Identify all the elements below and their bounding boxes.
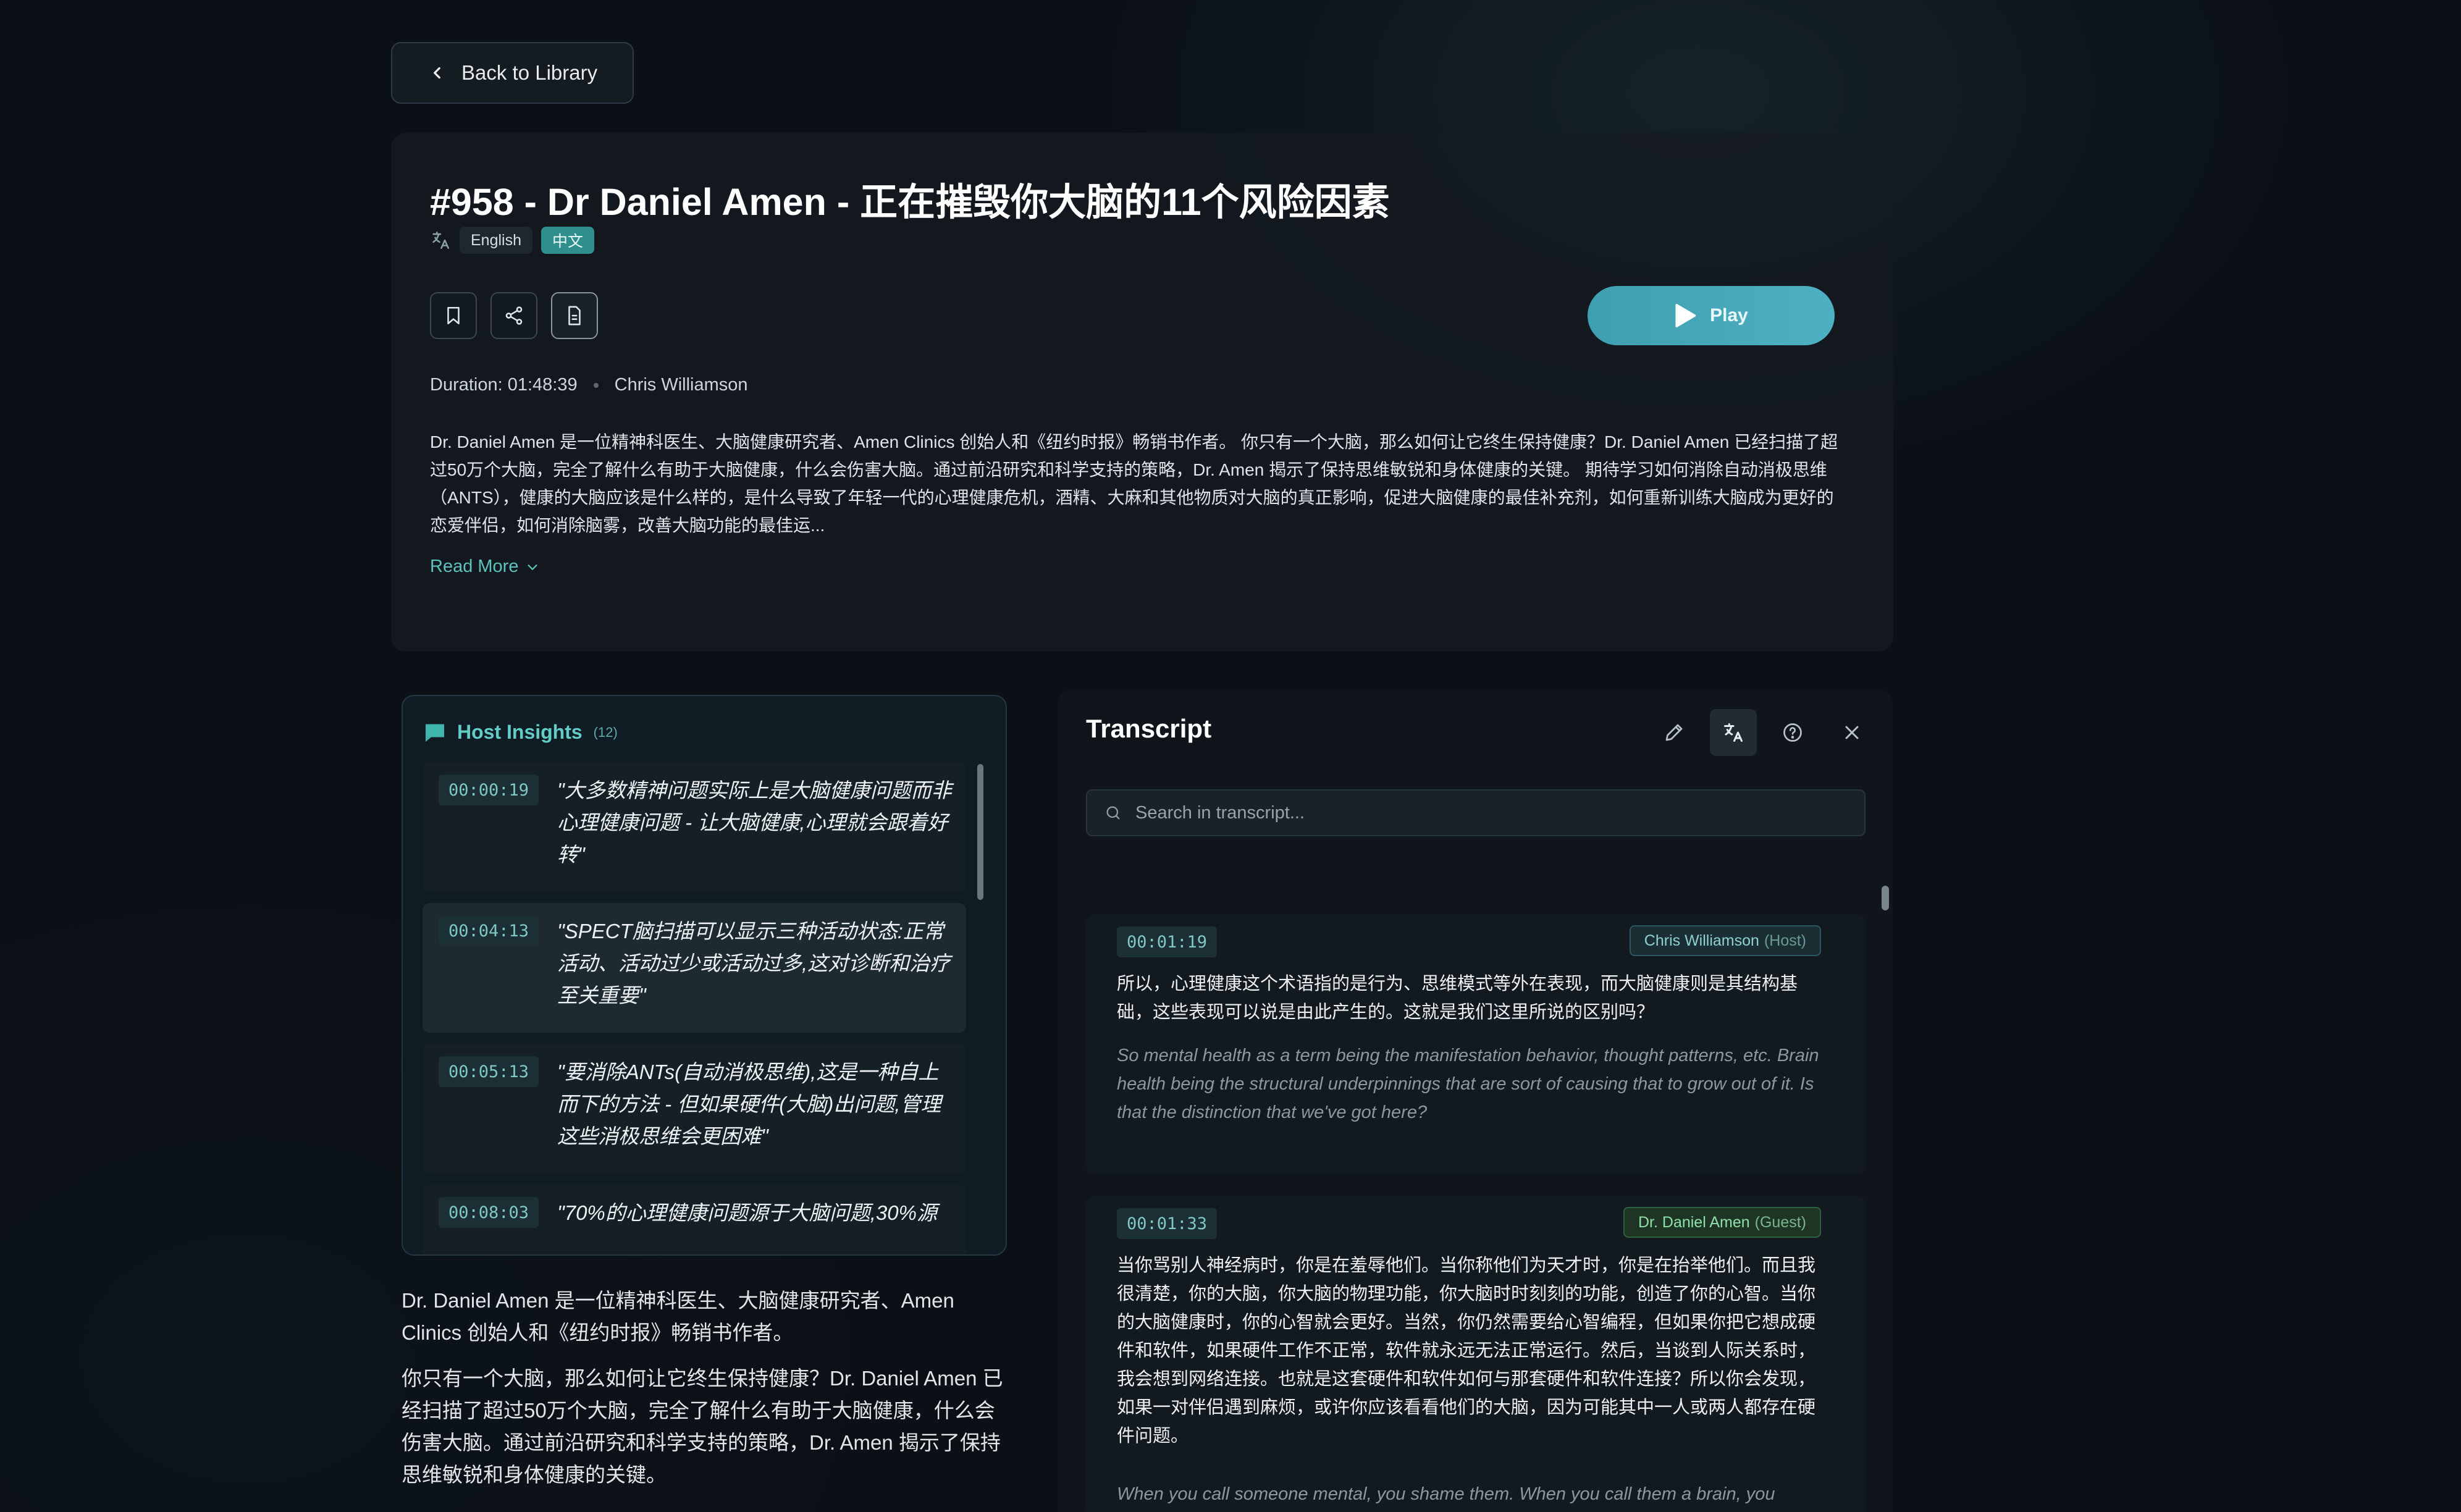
episode-description: Dr. Daniel Amen 是一位精神科医生、大脑健康研究者、Amen Cl… [430,432,1838,535]
language-chip-english[interactable]: English [460,227,532,254]
insights-list: 00:00:19 "大多数精神问题实际上是大脑健康问题而非心理健康问题 - 让大… [423,762,966,1254]
read-more-link[interactable]: Read More [430,556,539,577]
edit-button[interactable] [1651,709,1697,756]
transcript-search-input[interactable] [1135,802,1846,823]
summary-paragraph: Dr. Daniel Amen 是一位精神科医生、大脑健康研究者、Amen Cl… [402,1289,954,1344]
close-button[interactable] [1828,709,1875,756]
insights-title: Host Insights [457,721,583,743]
translate-icon [1724,723,1743,742]
episode-actions [430,292,598,339]
host-insights-panel: Host Insights (12) 00:00:19 "大多数精神问题实际上是… [402,695,1007,1256]
segment-text-chinese: 所以，心理健康这个术语指的是行为、思维模式等外在表现，而大脑健康则是其结构基础，… [1117,974,1798,1022]
transcript-segment: 00:01:19 Chris Williamson (Host) 所以，心理健康… [1086,914,1866,1174]
document-button[interactable] [551,292,598,339]
insight-quote: "SPECT脑扫描可以显示三种活动状态:正常活动、活动过少或活动过多,这对诊断和… [557,920,951,1007]
insight-timestamp[interactable]: 00:04:13 [439,915,539,946]
insight-timestamp[interactable]: 00:00:19 [439,775,539,805]
back-to-library-button[interactable]: Back to Library [391,42,634,104]
share-icon [505,306,523,325]
transcript-scrollbar[interactable] [1882,886,1889,910]
pencil-icon [1665,724,1683,741]
transcript-search[interactable] [1086,789,1866,836]
segment-text-english: So mental health as a term being the man… [1117,1046,1819,1122]
chevron-left-icon [434,67,440,79]
language-chip-chinese[interactable]: 中文 [541,227,595,254]
language-switcher: English 中文 [430,227,595,254]
speaker-role: (Host) [1764,931,1806,949]
speaker-badge: Chris Williamson (Host) [1629,925,1821,956]
back-label: Back to Library [461,61,598,84]
transcript-segment: 00:01:33 Dr. Daniel Amen (Guest) 当你骂别人神经… [1086,1196,1866,1512]
insight-quote: "70%的心理健康问题源于大脑问题,30%源 [557,1201,937,1224]
episode-meta: Duration: 01:48:39 Chris Williamson [430,375,748,395]
episode-header-card: #958 - Dr Daniel Amen - 正在摧毁你大脑的11个风险因素 … [391,133,1893,652]
speaker-role: (Guest) [1754,1213,1806,1231]
insight-quote: "大多数精神问题实际上是大脑健康问题而非心理健康问题 - 让大脑健康,心理就会跟… [557,779,952,866]
insight-item[interactable]: 00:00:19 "大多数精神问题实际上是大脑健康问题而非心理健康问题 - 让大… [423,762,966,892]
translate-button[interactable] [1710,709,1757,756]
transcript-toolbar [1651,709,1875,756]
meta-separator [593,382,599,388]
insight-quote: "要消除ANTs(自动消极思维),这是一种自上而下的方法 - 但如果硬件(大脑)… [557,1060,941,1148]
segment-text-chinese: 当你骂别人神经病时，你是在羞辱他们。当你称他们为天才时，你是在抬举他们。而且我很… [1117,1256,1816,1446]
insight-timestamp[interactable]: 00:05:13 [439,1056,539,1087]
speaker-badge: Dr. Daniel Amen (Guest) [1623,1207,1821,1238]
segment-timestamp[interactable]: 00:01:33 [1117,1208,1218,1239]
play-icon [1675,304,1696,327]
host-name: Chris Williamson [614,375,748,395]
help-icon [1783,723,1802,742]
insights-count: (12) [593,724,618,740]
insight-timestamp[interactable]: 00:08:03 [439,1197,539,1228]
chevron-down-icon [528,564,538,570]
share-button[interactable] [490,292,537,339]
translate-icon [432,231,450,250]
document-icon [568,306,581,326]
bookmark-icon [447,306,460,325]
bookmark-button[interactable] [430,292,477,339]
insight-item[interactable]: 00:08:03 "70%的心理健康问题源于大脑问题,30%源 [423,1185,966,1254]
transcript-title: Transcript [1086,714,1212,743]
help-button[interactable] [1769,709,1816,756]
play-button[interactable]: Play [1588,286,1835,345]
close-icon [1845,726,1859,739]
insights-header: Host Insights (12) [424,721,618,744]
insights-scrollbar[interactable] [977,764,983,900]
insight-item[interactable]: 00:05:13 "要消除ANTs(自动消极思维),这是一种自上而下的方法 - … [423,1044,966,1174]
episode-title: #958 - Dr Daniel Amen - 正在摧毁你大脑的11个风险因素 [430,181,1390,223]
summary-paragraph: 你只有一个大脑，那么如何让它终生保持健康？Dr. Daniel Amen 已经扫… [402,1367,1003,1486]
play-label: Play [1710,305,1748,326]
duration: Duration: 01:48:39 [430,375,578,395]
speaker-name: Dr. Daniel Amen [1638,1213,1750,1231]
segment-text-english: When you call someone mental, you shame … [1117,1484,1775,1504]
search-icon [1106,806,1120,820]
insight-item[interactable]: 00:04:13 "SPECT脑扫描可以显示三种活动状态:正常活动、活动过少或活… [423,903,966,1033]
chat-bubble-icon [426,724,444,742]
read-more-label: Read More [430,556,519,576]
transcript-panel: Transcript 00:01:19 Chris Williamson (Ho… [1058,691,1893,1512]
speaker-name: Chris Williamson [1644,931,1759,949]
segment-timestamp[interactable]: 00:01:19 [1117,926,1218,957]
episode-summary: Dr. Daniel Amen 是一位精神科医生、大脑健康研究者、Amen Cl… [402,1285,1007,1505]
